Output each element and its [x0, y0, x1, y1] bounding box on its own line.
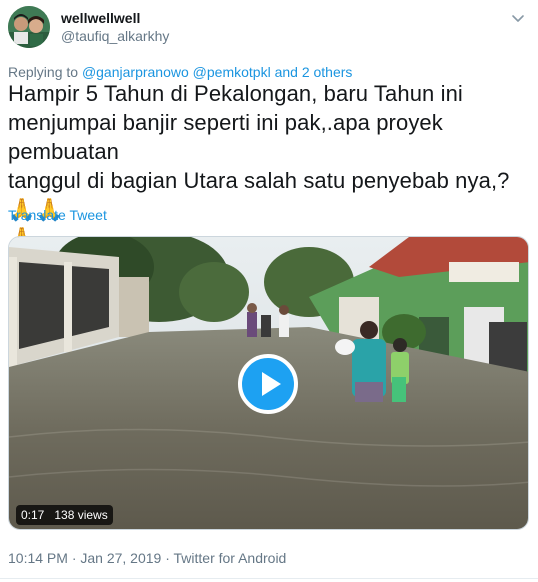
author-handle[interactable]: @taufiq_alkarkhy — [61, 28, 169, 44]
reply-prefix: Replying to — [8, 64, 79, 80]
translate-tweet-link[interactable]: Translate Tweet — [8, 207, 107, 223]
video-duration: 0:17 — [21, 508, 45, 522]
reply-context: Replying to @ganjarpranowo @pemkotpkl an… — [8, 64, 352, 80]
play-button[interactable] — [238, 354, 298, 414]
tweet-text-line: menjumpai banjir seperti ini pak,.apa pr… — [8, 110, 443, 164]
divider — [0, 578, 538, 579]
tweet-text-line: Hampir 5 Tahun di Pekalongan, baru Tahun… — [8, 81, 463, 106]
video-stats-badge: 0:17 138 views — [16, 505, 113, 525]
chevron-down-icon[interactable] — [510, 10, 526, 26]
reply-mentions-link[interactable]: @ganjarpranowo @pemkotpkl and 2 others — [82, 64, 352, 80]
avatar[interactable] — [8, 6, 50, 48]
tweet-text: Hampir 5 Tahun di Pekalongan, baru Tahun… — [8, 79, 533, 253]
video-views: 138 views — [54, 508, 108, 522]
tweet-timestamp[interactable]: 10:14 PM · Jan 27, 2019 · Twitter for An… — [8, 550, 286, 566]
author-display-name[interactable]: wellwellwell — [61, 10, 140, 26]
